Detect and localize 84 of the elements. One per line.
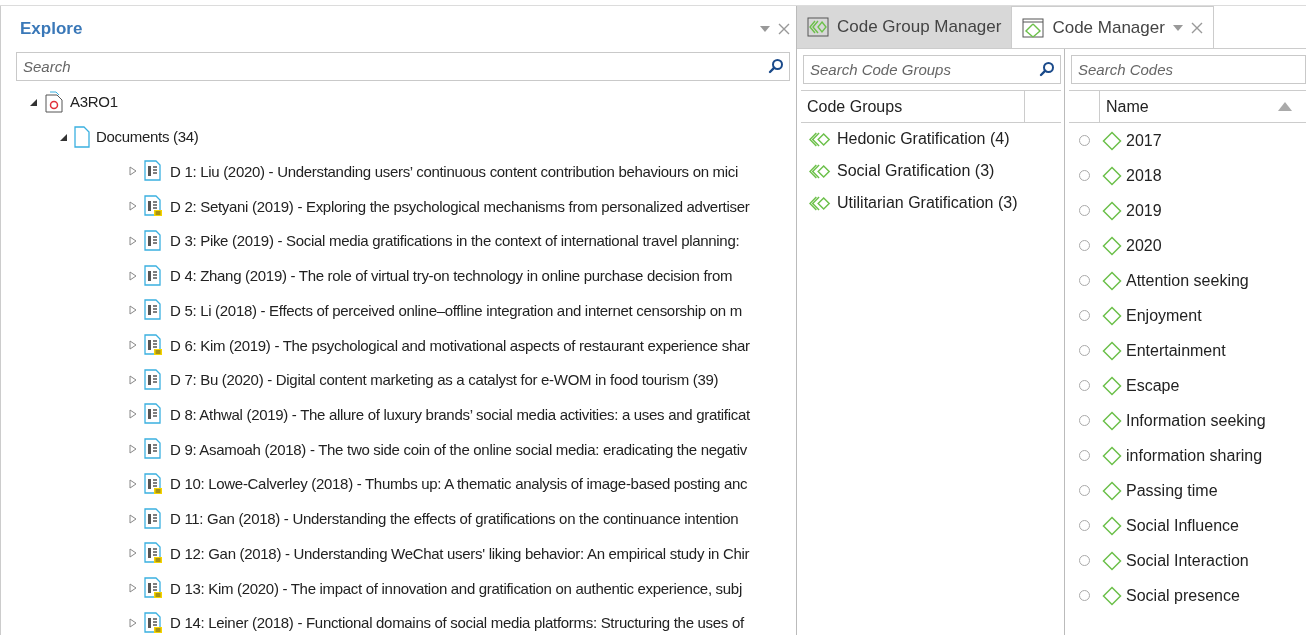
diamond-icon	[1102, 235, 1122, 256]
code-group-icon	[809, 195, 831, 211]
dropdown-icon[interactable]	[1172, 24, 1183, 31]
tree-item[interactable]: D 3: Pike (2019) - Social media gratifications in the context of international travel planning:	[170, 232, 740, 250]
collapse-triangle-icon[interactable]	[28, 97, 38, 107]
tree-item[interactable]: D 11: Gan (2018) - Understanding the effects of gratifications on the continuance intention	[170, 510, 739, 528]
tree-item[interactable]: D 9: Asamoah (2018) - The two side coin of the online social media: eradicating the negativ	[170, 440, 747, 458]
search-icon[interactable]	[1039, 61, 1055, 77]
search-field[interactable]: Search Codes	[1071, 55, 1306, 84]
code-item[interactable]: Information seeking	[1126, 411, 1266, 430]
project-icon	[44, 91, 64, 113]
tree-item[interactable]: D 7: Bu (2020) - Digital content marketing as a catalyst for e-WOM in food tourism (39)	[170, 371, 719, 389]
expand-triangle-icon[interactable]	[128, 583, 138, 594]
diamond-icon	[1102, 130, 1122, 151]
dropdown-icon[interactable]	[760, 25, 770, 32]
code-group-icon	[809, 163, 831, 179]
search-icon[interactable]	[768, 57, 784, 74]
expand-triangle-icon[interactable]	[128, 478, 138, 489]
code-item[interactable]: 2018	[1126, 166, 1162, 185]
code-group-item[interactable]: Social Gratification (3)	[837, 162, 995, 180]
diamond-icon	[1102, 480, 1122, 501]
code-item[interactable]: 2019	[1126, 201, 1162, 220]
diamond-icon	[1102, 200, 1122, 221]
tree-item[interactable]: Documents (34)	[96, 128, 199, 146]
diamond-icon	[1102, 305, 1122, 326]
code-item[interactable]: Passing time	[1126, 481, 1218, 500]
tab[interactable]: Code Group Manager	[797, 6, 1012, 48]
code-item[interactable]: Escape	[1126, 376, 1180, 395]
code-manager-icon	[1022, 17, 1045, 38]
code-item[interactable]: 2017	[1126, 131, 1162, 150]
code-group-item[interactable]: Hedonic Gratification (4)	[837, 130, 1010, 148]
close-icon[interactable]	[778, 22, 790, 35]
expand-triangle-icon[interactable]	[128, 340, 138, 350]
expand-triangle-icon[interactable]	[128, 166, 138, 177]
expand-triangle-icon[interactable]	[128, 409, 138, 420]
expand-triangle-icon[interactable]	[128, 270, 138, 281]
search-field[interactable]: Search	[16, 51, 790, 81]
code-item[interactable]: Social Interaction	[1126, 551, 1249, 570]
tree-item[interactable]: D 10: Lowe-Calverley (2018) - Thumbs up: A thematic analysis of image-based posting anc	[170, 475, 748, 493]
diamond-icon	[1102, 585, 1122, 606]
column-header[interactable]: Name	[1100, 97, 1278, 116]
diamond-icon	[1102, 340, 1122, 361]
sort-ascending-icon[interactable]	[1278, 102, 1292, 111]
code-item[interactable]: Entertainment	[1126, 341, 1226, 360]
expand-triangle-icon[interactable]	[128, 235, 138, 246]
expand-triangle-icon[interactable]	[128, 444, 138, 455]
tree-item[interactable]: D 13: Kim (2020) - The impact of innovation and gratification on authentic experience, subj	[170, 579, 742, 597]
code-group-icon	[809, 131, 831, 147]
tree-item[interactable]: D 2: Setyani (2019) - Exploring the psychological mechanisms from personalized advertiser	[170, 197, 750, 215]
tree-item[interactable]: D 8: Athwal (2019) - The allure of luxury brands’ social media activities: a uses and gratificat	[170, 405, 750, 423]
tree-item[interactable]: D 1: Liu (2020) - Understanding users’ continuous content contribution behaviours on mici	[170, 162, 739, 180]
expand-triangle-icon[interactable]	[128, 305, 138, 316]
tab[interactable]: Code Manager	[1011, 6, 1214, 48]
tree-item[interactable]: D 4: Zhang (2019) - The role of virtual try-on technology in online purchase decision from	[170, 267, 733, 285]
code-item[interactable]: information sharing	[1126, 446, 1263, 465]
diamond-icon	[1102, 270, 1122, 291]
search-field[interactable]: Search Code Groups	[803, 55, 1061, 84]
diamond-icon	[1102, 165, 1122, 186]
diamond-icon	[1102, 515, 1122, 536]
code-group-manager-icon	[807, 17, 829, 37]
expand-triangle-icon[interactable]	[128, 513, 138, 524]
expand-triangle-icon[interactable]	[128, 201, 138, 212]
diamond-icon	[1102, 445, 1122, 466]
column-header[interactable]: Code Groups	[801, 97, 1024, 116]
expand-triangle-icon[interactable]	[128, 617, 138, 628]
tree-item[interactable]: D 6: Kim (2019) - The psychological and motivational aspects of restaurant experience shar	[170, 336, 750, 354]
expand-triangle-icon[interactable]	[128, 374, 138, 385]
code-item[interactable]: Attention seeking	[1126, 271, 1249, 290]
panel-title: Explore	[19, 18, 84, 39]
code-item[interactable]: Social Influence	[1126, 516, 1239, 535]
tree-item[interactable]: A3RO1	[70, 93, 118, 111]
document-icon	[74, 125, 90, 148]
code-item[interactable]: Enjoyment	[1126, 306, 1202, 325]
diamond-icon	[1102, 410, 1122, 431]
diamond-icon	[1102, 550, 1122, 571]
close-icon[interactable]	[1190, 21, 1203, 34]
expand-triangle-icon[interactable]	[128, 548, 138, 559]
tree-item[interactable]: D 14: Leiner (2018) - Functional domains of social media platforms: Structuring the uses of	[170, 614, 744, 632]
tree-item[interactable]: D 5: Li (2018) - Effects of perceived online–offline integration and internet censorship on m	[170, 301, 742, 319]
tree-item[interactable]: D 12: Gan (2018) - Understanding WeChat users' liking behavior: An empirical study in Chir	[170, 544, 750, 562]
code-item[interactable]: Social presence	[1126, 586, 1240, 605]
code-item[interactable]: 2020	[1126, 236, 1162, 255]
diamond-icon	[1102, 375, 1122, 396]
code-group-item[interactable]: Utilitarian Gratification (3)	[837, 194, 1018, 212]
